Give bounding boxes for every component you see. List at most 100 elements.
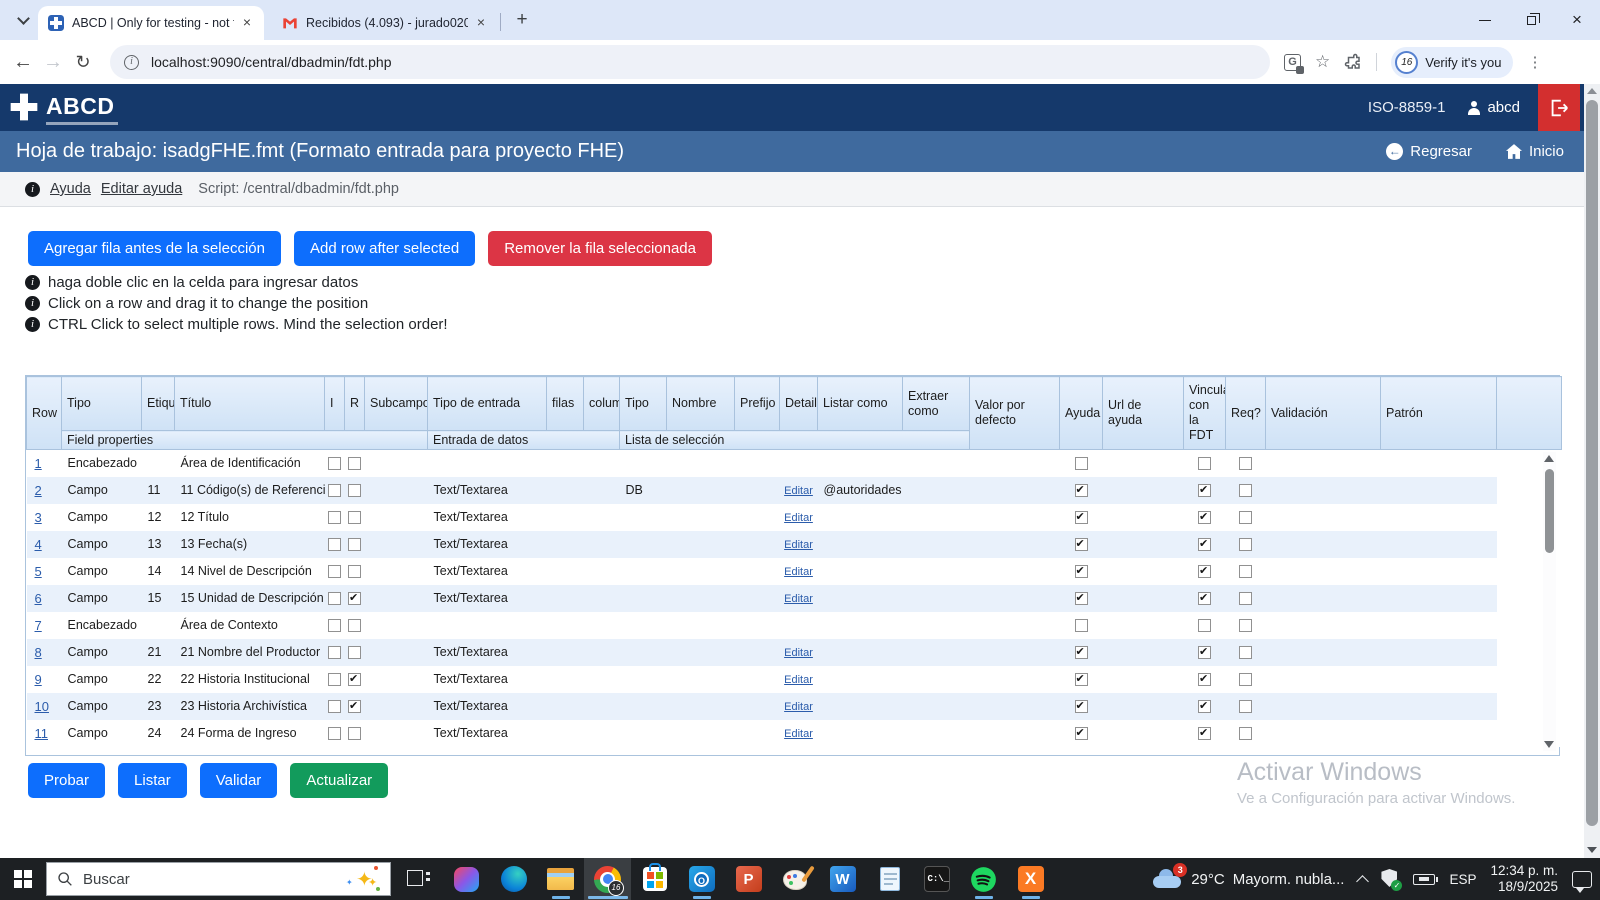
row-number-link[interactable]: 1: [35, 456, 42, 471]
reload-icon[interactable]: ↻: [68, 52, 98, 73]
row-number-link[interactable]: 5: [35, 564, 42, 579]
ayuda-checkbox[interactable]: [1075, 538, 1088, 551]
editar-link[interactable]: Editar: [784, 701, 813, 713]
remove-row-button[interactable]: Remover la fila seleccionada: [488, 231, 712, 266]
spotify-icon[interactable]: [960, 858, 1007, 900]
file-explorer-icon[interactable]: [537, 858, 584, 900]
site-info-icon[interactable]: i: [124, 55, 139, 70]
bookmark-star-icon[interactable]: ☆: [1315, 52, 1330, 72]
page-scrollbar[interactable]: [1584, 84, 1600, 858]
table-row[interactable]: 2Campo1111 Código(s) de ReferenciaText/T…: [27, 477, 1562, 504]
table-row[interactable]: 10Campo2323 Historia ArchivísticaText/Te…: [27, 693, 1562, 720]
editar-link[interactable]: Editar: [784, 647, 813, 659]
scroll-thumb[interactable]: [1545, 469, 1554, 553]
i-checkbox[interactable]: [328, 619, 341, 632]
logout-button[interactable]: [1538, 84, 1580, 131]
address-bar[interactable]: i localhost:9090/central/dbadmin/fdt.php: [110, 45, 1270, 79]
paint-icon[interactable]: [772, 858, 819, 900]
req-checkbox[interactable]: [1239, 727, 1252, 740]
row-number-link[interactable]: 6: [35, 591, 42, 606]
taskbar-clock[interactable]: 12:34 p. m. 18/9/2025: [1490, 863, 1558, 895]
ayuda-checkbox[interactable]: [1075, 457, 1088, 470]
add-row-after-button[interactable]: Add row after selected: [294, 231, 475, 266]
r-checkbox[interactable]: [348, 700, 361, 713]
i-checkbox[interactable]: [328, 538, 341, 551]
fdt-checkbox[interactable]: [1198, 700, 1211, 713]
browser-tab-inactive[interactable]: Recibidos (4.093) - jurado02060 ×: [272, 6, 498, 40]
req-checkbox[interactable]: [1239, 457, 1252, 470]
req-checkbox[interactable]: [1239, 700, 1252, 713]
i-checkbox[interactable]: [328, 592, 341, 605]
fdt-checkbox[interactable]: [1198, 727, 1211, 740]
editar-ayuda-link[interactable]: Editar ayuda: [101, 181, 182, 197]
tab-close-icon[interactable]: ×: [472, 14, 490, 32]
fdt-checkbox[interactable]: [1198, 619, 1211, 632]
i-checkbox[interactable]: [328, 511, 341, 524]
row-number-link[interactable]: 10: [35, 699, 49, 714]
row-number-link[interactable]: 8: [35, 645, 42, 660]
r-checkbox[interactable]: [348, 673, 361, 686]
xampp-icon[interactable]: X: [1007, 858, 1054, 900]
table-row[interactable]: 3Campo1212 TítuloText/TextareaEditar: [27, 504, 1562, 531]
copilot-icon[interactable]: [443, 858, 490, 900]
table-row[interactable]: 1EncabezadoÁrea de Identificación: [27, 450, 1562, 477]
req-checkbox[interactable]: [1239, 592, 1252, 605]
fdt-checkbox[interactable]: [1198, 538, 1211, 551]
row-number-link[interactable]: 4: [35, 537, 42, 552]
user-menu[interactable]: abcd: [1467, 99, 1520, 116]
browser-menu-icon[interactable]: ⋮: [1527, 53, 1542, 71]
row-number-link[interactable]: 2: [35, 483, 42, 498]
editar-link[interactable]: Editar: [784, 674, 813, 686]
page-scroll-down-icon[interactable]: [1587, 847, 1597, 853]
forward-icon[interactable]: →: [38, 51, 68, 74]
r-checkbox[interactable]: [348, 646, 361, 659]
security-shield-icon[interactable]: ✓: [1381, 869, 1399, 889]
r-checkbox[interactable]: [348, 727, 361, 740]
task-view-icon[interactable]: [405, 866, 431, 892]
i-checkbox[interactable]: [328, 700, 341, 713]
ayuda-checkbox[interactable]: [1075, 484, 1088, 497]
tab-search-chevron-icon[interactable]: [10, 7, 36, 33]
fdt-checkbox[interactable]: [1198, 484, 1211, 497]
ayuda-checkbox[interactable]: [1075, 565, 1088, 578]
row-number-link[interactable]: 11: [35, 726, 49, 741]
powerpoint-icon[interactable]: P: [725, 858, 772, 900]
fdt-checkbox[interactable]: [1198, 592, 1211, 605]
r-checkbox[interactable]: [348, 565, 361, 578]
outlook-icon[interactable]: O: [678, 858, 725, 900]
validar-button[interactable]: Validar: [200, 763, 278, 798]
table-row[interactable]: 6Campo1515 Unidad de DescripciónText/Tex…: [27, 585, 1562, 612]
r-checkbox[interactable]: [348, 538, 361, 551]
editar-link[interactable]: Editar: [784, 485, 813, 497]
row-number-link[interactable]: 3: [35, 510, 42, 525]
req-checkbox[interactable]: [1239, 511, 1252, 524]
fdt-checkbox[interactable]: [1198, 646, 1211, 659]
weather-widget[interactable]: 3 29°C Mayorm. nubla...: [1153, 869, 1344, 889]
actualizar-button[interactable]: Actualizar: [290, 763, 388, 798]
i-checkbox[interactable]: [328, 727, 341, 740]
verify-profile-chip[interactable]: 16 Verify it's you: [1391, 47, 1513, 78]
extensions-icon[interactable]: [1344, 53, 1362, 71]
fdt-checkbox[interactable]: [1198, 457, 1211, 470]
req-checkbox[interactable]: [1239, 646, 1252, 659]
tray-expand-icon[interactable]: [1357, 875, 1370, 888]
translate-icon[interactable]: G: [1284, 54, 1301, 71]
page-scroll-up-icon[interactable]: [1587, 88, 1597, 94]
fdt-checkbox[interactable]: [1198, 511, 1211, 524]
editar-link[interactable]: Editar: [784, 593, 813, 605]
r-checkbox[interactable]: [348, 511, 361, 524]
scroll-up-icon[interactable]: [1544, 455, 1554, 462]
req-checkbox[interactable]: [1239, 538, 1252, 551]
notepad-icon[interactable]: [866, 858, 913, 900]
table-row[interactable]: 5Campo1414 Nivel de DescripciónText/Text…: [27, 558, 1562, 585]
editar-link[interactable]: Editar: [784, 566, 813, 578]
table-row[interactable]: 4Campo1313 Fecha(s)Text/TextareaEditar: [27, 531, 1562, 558]
search-highlights-icon[interactable]: ✦✦✦: [346, 866, 380, 892]
minimize-button[interactable]: [1462, 0, 1508, 40]
ayuda-checkbox[interactable]: [1075, 646, 1088, 659]
close-button[interactable]: ×: [1554, 0, 1600, 40]
new-tab-button[interactable]: +: [510, 8, 534, 32]
table-row[interactable]: 11Campo2424 Forma de IngresoText/Textare…: [27, 720, 1562, 747]
abcd-logo[interactable]: ABCD: [8, 91, 118, 125]
table-row[interactable]: 7EncabezadoÁrea de Contexto: [27, 612, 1562, 639]
